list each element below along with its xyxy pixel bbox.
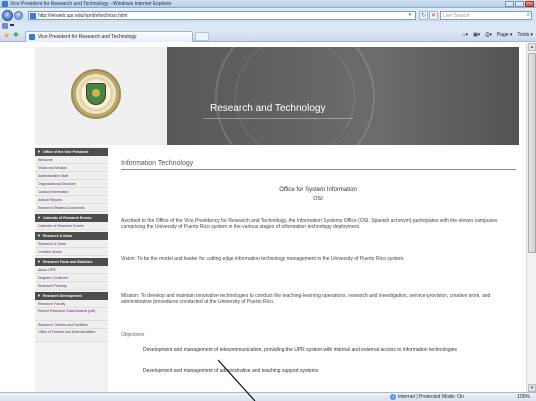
window-title-bar: Vice President for Research and Technolo… [0,0,536,8]
sidebar-item[interactable]: Vision and Mission [35,164,108,172]
close-button[interactable] [525,1,534,7]
objective-item: Development and management of telecommun… [143,347,458,353]
sidebar-section-header[interactable]: ▼ Office of the Vice President [35,148,108,156]
office-title: Office for System Information [279,187,357,193]
sidebar-item[interactable]: About UPR [35,266,108,274]
sidebar-section-label: Calendar of Research Events [42,216,92,220]
tools-menu[interactable]: Tools ▾ [517,32,533,38]
sidebar-nav: ▼ Office of the Vice President Welcome Visi… [35,146,108,392]
ie-icon [2,1,8,7]
zoom-level[interactable]: 100% [517,394,530,400]
sidebar-item[interactable]: Office of Federal and External Affairs [35,329,108,342]
sidebar-item[interactable]: Research Centers and Facilities [35,321,108,329]
sidebar-section-label: Research Development [42,294,82,298]
vertical-scrollbar[interactable]: ▴ ▾ [526,43,536,392]
favorites-star-icon[interactable]: ★ [3,32,10,40]
main-content: Information Technology Office for System… [118,146,518,392]
security-zone-text[interactable]: Internet | Protected Mode: On [398,394,464,400]
window-controls [505,1,534,7]
sidebar-item[interactable]: Research Funding [35,282,108,290]
sidebar-item[interactable]: Welcome [35,156,108,164]
tab-favicon-icon [29,34,35,40]
page-favicon-icon [30,13,36,19]
tab-label: Vice President for Research and Technolo… [38,34,137,40]
sidebar-section-label: Research Facts and Statistics [42,260,93,264]
sidebar-section-label: Research & News [42,234,73,238]
vision-paragraph: Vision: To be the model and leader for c… [121,256,405,262]
intro-paragraph: Ascribed to the Office of the Vice Presi… [121,218,498,230]
stop-icon[interactable]: ✕ [429,11,438,20]
back-arrow-icon[interactable]: ‹ [2,10,13,21]
objectives-heading: Objectives [121,332,145,338]
sidebar-item[interactable]: Recent Research Grant Awards (pdf) [35,308,108,321]
sidebar-item[interactable]: Research & News [35,240,108,248]
site-banner: Research and Technology [35,47,519,145]
sidebar-item[interactable]: Research Faculty [35,300,108,308]
scroll-down-arrow-icon[interactable]: ▾ [528,384,536,392]
collapse-triangle-icon[interactable]: ▼ [37,258,41,266]
search-input[interactable]: Live Search ⌕ [440,11,532,20]
toolbar-app-icon[interactable] [2,23,8,29]
objective-item: Development and management of administra… [143,368,319,374]
sidebar-item[interactable]: Degrees Conferred [35,274,108,282]
sidebar-item[interactable]: Creative Works [35,248,108,256]
heading-divider [121,169,516,170]
dropdown-chevron-icon[interactable]: ▾ [405,12,415,19]
sidebar-section-header[interactable]: ▼ Research & News [35,232,108,240]
search-icon[interactable]: ⌕ [527,12,530,19]
collapse-triangle-icon[interactable]: ▼ [37,214,41,222]
internet-zone-globe-icon [390,394,396,400]
page-content: Research and Technology ▼ Office of the V… [0,43,536,392]
scroll-up-arrow-icon[interactable]: ▴ [528,43,536,51]
address-url[interactable]: http://ierweb.upr.edu/vprit/eltech/osi.h… [38,13,128,19]
collapse-triangle-icon[interactable]: ▼ [37,232,41,240]
mission-paragraph: Mission: To develop and maintain innovat… [121,293,491,305]
search-placeholder: Live Search [443,13,470,19]
address-bar[interactable]: http://ierweb.upr.edu/vprit/eltech/osi.h… [28,11,416,20]
new-tab-button[interactable] [195,32,209,41]
secondary-toolbar [0,22,536,30]
sidebar-item[interactable]: Annual Reports [35,196,108,204]
tab-active[interactable]: Vice President for Research and Technolo… [25,31,193,42]
feeds-icon[interactable]: ▣▾ [473,32,480,38]
status-bar: Internet | Protected Mode: On 100% [0,392,536,401]
sidebar-section-header[interactable]: ▼ Research Facts and Statistics [35,258,108,266]
window-title: Vice President for Research and Technolo… [10,1,172,7]
maximize-button[interactable] [515,1,524,7]
office-abbreviation: OSI [313,196,323,202]
sidebar-item[interactable]: Research Related Documents [35,204,108,212]
minimize-button[interactable] [505,1,514,7]
refresh-icon[interactable]: ↻ [419,11,428,20]
sidebar-section-header[interactable]: ▼ Calendar of Research Events [35,214,108,222]
university-seal-logo [71,69,121,119]
sidebar-item[interactable]: Contact Information [35,188,108,196]
sidebar-item[interactable]: Administrative Staff [35,172,108,180]
page-menu[interactable]: Page ▾ [497,32,513,38]
sidebar-item[interactable]: Calendar of Research Events [35,222,108,230]
add-favorites-icon[interactable]: ✚ [13,32,19,40]
tab-row: ★ ✚ Vice President for Research and Tech… [0,30,536,42]
collapse-triangle-icon[interactable]: ▼ [37,148,41,156]
sidebar-section-label: Office of the Vice President [42,150,89,154]
sidebar-section-header[interactable]: ▼ Research Development [35,292,108,300]
forward-arrow-icon[interactable]: › [14,11,23,20]
banner-title: Research and Technology [210,103,326,114]
address-row: ‹ › http://ierweb.upr.edu/vprit/eltech/o… [0,8,536,22]
toolbar-dropdown-icon[interactable] [10,24,14,28]
print-icon[interactable]: ⎙▾ [485,32,492,38]
page-title: Information Technology [121,160,194,167]
collapse-triangle-icon[interactable]: ▼ [37,292,41,300]
home-icon[interactable]: ⌂▾ [463,32,469,38]
command-bar: ⌂▾ ▣▾ ⎙▾ Page ▾ Tools ▾ [463,32,533,38]
sidebar-item[interactable]: Organizational Structure [35,180,108,188]
scrollbar-thumb[interactable] [528,53,536,253]
